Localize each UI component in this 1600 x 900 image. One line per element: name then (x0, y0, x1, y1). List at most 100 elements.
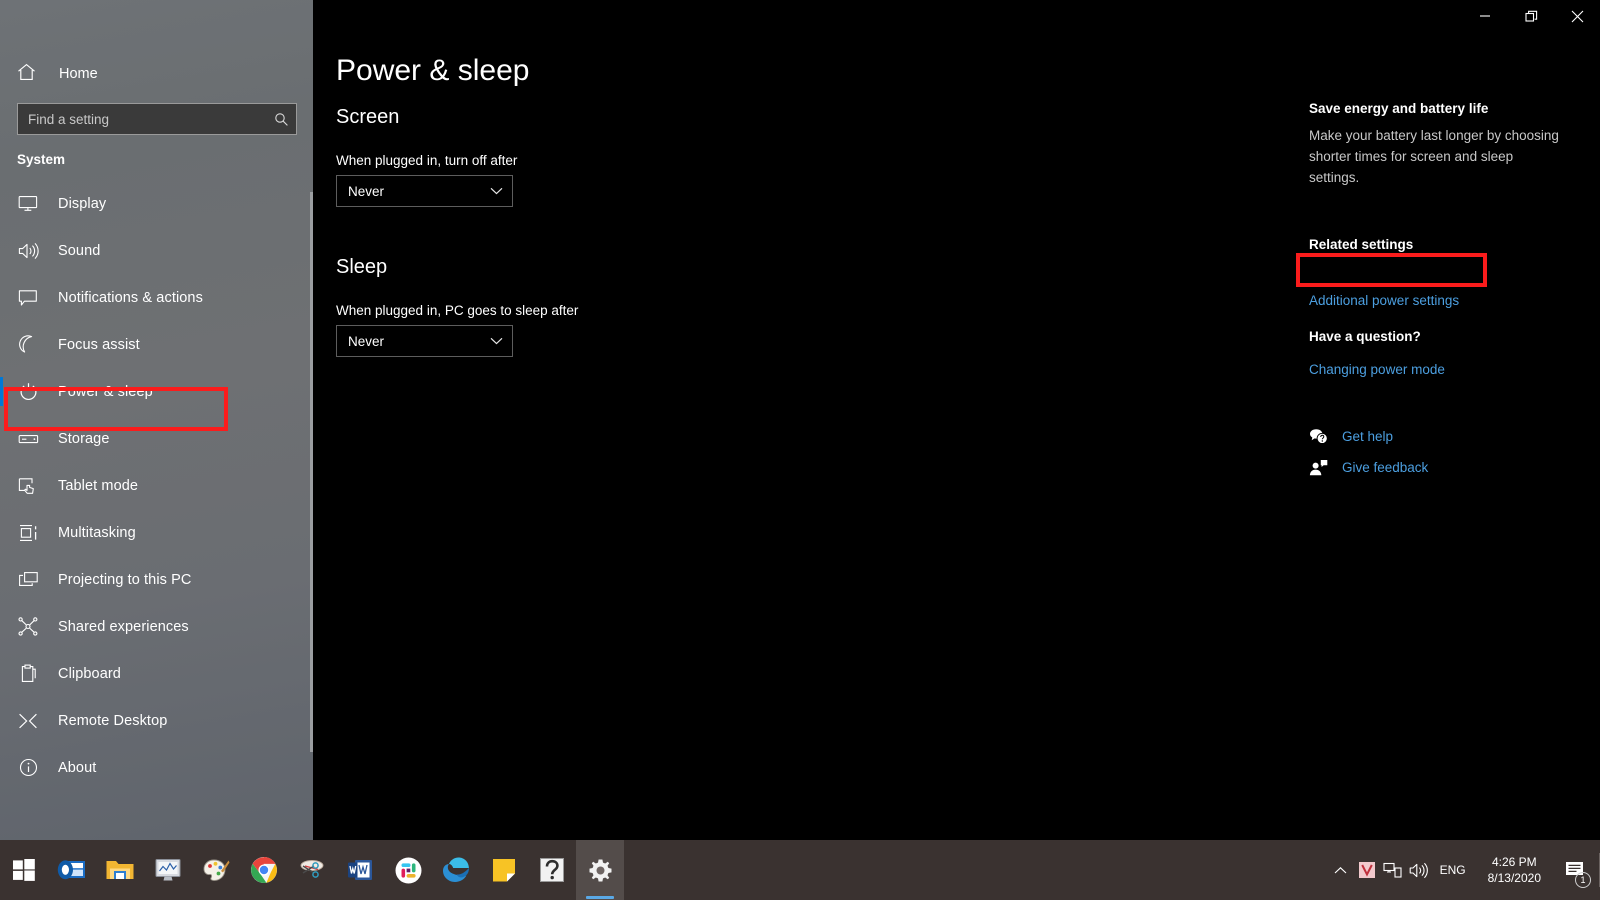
feedback-person-icon (1308, 457, 1328, 477)
share-nodes-icon (14, 615, 42, 639)
taskbar-app-settings[interactable] (576, 840, 624, 900)
taskbar-app-file-explorer[interactable] (96, 840, 144, 900)
network-icon[interactable] (1380, 840, 1406, 900)
clock-time: 4:26 PM (1491, 855, 1537, 869)
sidebar-item-multitasking[interactable]: Multitasking (0, 509, 300, 556)
v-app-icon[interactable] (1354, 840, 1380, 900)
screen-timeout-value: Never (348, 183, 385, 199)
taskbar-app-list (48, 840, 624, 900)
system-tray: ENG 4:26 PM 8/13/2020 1 (1328, 840, 1600, 900)
chevron-up-icon[interactable] (1328, 840, 1354, 900)
screen-timeout-label: When plugged in, turn off after (336, 153, 518, 168)
home-label: Home (59, 66, 98, 82)
settings-window: Settings (0, 0, 1600, 900)
info-circle-icon (14, 756, 42, 780)
get-help-label: Get help (1342, 428, 1394, 444)
taskbar-app-edge[interactable] (432, 840, 480, 900)
monitor-icon (14, 192, 42, 216)
taskbar-app-sticky-notes[interactable] (480, 840, 528, 900)
sidebar-item-label: Shared experiences (58, 618, 189, 635)
sidebar-item-notifications-actions[interactable]: Notifications & actions (0, 274, 300, 321)
help-bubble-icon (1308, 426, 1328, 446)
additional-power-settings-link[interactable]: Additional power settings (1309, 293, 1459, 308)
sleep-section-heading: Sleep (336, 256, 388, 278)
sidebar: Home System (0, 0, 313, 840)
sidebar-item-power-and-sleep[interactable]: Power & sleep (0, 368, 300, 415)
search-input[interactable] (18, 104, 266, 134)
have-a-question-heading: Have a question? (1309, 329, 1421, 344)
sidebar-item-label: Display (58, 195, 107, 212)
home-icon (17, 63, 36, 86)
sidebar-item-projecting-to-this-pc[interactable]: Projecting to this PC (0, 556, 300, 603)
search-icon (266, 112, 296, 127)
search-setting-box[interactable] (17, 103, 297, 135)
moon-icon (14, 333, 42, 357)
clock[interactable]: 4:26 PM 8/13/2020 (1476, 840, 1553, 900)
taskbar: ENG 4:26 PM 8/13/2020 1 (0, 840, 1600, 900)
sidebar-item-label: Clipboard (58, 665, 121, 682)
energy-heading: Save energy and battery life (1309, 101, 1489, 116)
taskbar-app-snipping-tool[interactable] (288, 840, 336, 900)
taskbar-app-help[interactable] (528, 840, 576, 900)
clock-date: 8/13/2020 (1487, 871, 1541, 885)
get-help-link[interactable]: Get help (1308, 426, 1393, 446)
sidebar-item-focus-assist[interactable]: Focus assist (0, 321, 300, 368)
chevron-down-icon (490, 182, 503, 200)
sidebar-item-label: Sound (58, 242, 101, 259)
taskbar-app-outlook[interactable] (48, 840, 96, 900)
sidebar-item-label: Power & sleep (58, 383, 153, 400)
sidebar-item-label: Focus assist (58, 336, 140, 353)
taskbar-app-word[interactable] (336, 840, 384, 900)
sidebar-item-home[interactable]: Home (0, 54, 300, 94)
sidebar-item-label: Storage (58, 430, 110, 447)
sidebar-nav-list: Display Sound Notifications & actions Fo… (0, 180, 300, 791)
notification-icon[interactable]: 1 (1553, 840, 1597, 900)
minimize-button[interactable] (1462, 0, 1508, 32)
sidebar-item-label: Tablet mode (58, 477, 139, 494)
sidebar-item-label: Notifications & actions (58, 289, 203, 306)
give-feedback-link[interactable]: Give feedback (1308, 457, 1428, 477)
page-title: Power & sleep (336, 54, 530, 87)
multitask-icon (14, 521, 42, 545)
active-app-indicator (586, 896, 614, 899)
sidebar-item-sound[interactable]: Sound (0, 227, 300, 274)
sleep-timeout-value: Never (348, 333, 385, 349)
maximize-restore-button[interactable] (1508, 0, 1554, 32)
sidebar-item-clipboard[interactable]: Clipboard (0, 650, 300, 697)
sleep-timeout-label: When plugged in, PC goes to sleep after (336, 303, 579, 318)
language-indicator[interactable]: ENG (1432, 863, 1476, 877)
sidebar-item-label: About (58, 759, 97, 776)
changing-power-mode-link[interactable]: Changing power mode (1309, 362, 1445, 377)
close-button[interactable] (1554, 0, 1600, 32)
sidebar-item-tablet-mode[interactable]: Tablet mode (0, 462, 300, 509)
give-feedback-label: Give feedback (1342, 459, 1429, 475)
screen-timeout-dropdown[interactable]: Never (336, 175, 513, 207)
sidebar-group-label: System (17, 152, 66, 167)
sidebar-item-storage[interactable]: Storage (0, 415, 300, 462)
sidebar-item-label: Multitasking (58, 524, 136, 541)
sidebar-item-display[interactable]: Display (0, 180, 300, 227)
power-icon (14, 380, 42, 404)
settings-screen: Settings (0, 0, 1600, 900)
taskbar-app-slack[interactable] (384, 840, 432, 900)
main-content: Power & sleep Screen When plugged in, tu… (313, 32, 1600, 900)
sidebar-item-about[interactable]: About (0, 744, 300, 791)
window-controls (1462, 0, 1600, 32)
right-panel: Save energy and battery life Make your b… (1293, 32, 1600, 840)
remote-desktop-icon (14, 709, 42, 733)
tablet-touch-icon (14, 474, 42, 498)
taskbar-app-chrome[interactable] (240, 840, 288, 900)
related-settings-heading: Related settings (1309, 237, 1414, 252)
sidebar-item-label: Remote Desktop (58, 712, 168, 729)
sidebar-item-label: Projecting to this PC (58, 571, 192, 588)
project-screen-icon (14, 568, 42, 592)
chevron-down-icon (490, 332, 503, 350)
sidebar-item-remote-desktop[interactable]: Remote Desktop (0, 697, 300, 744)
volume-icon[interactable] (1406, 840, 1432, 900)
windows-start-icon[interactable] (0, 840, 48, 900)
taskbar-app-system-monitor[interactable] (144, 840, 192, 900)
sidebar-item-shared-experiences[interactable]: Shared experiences (0, 603, 300, 650)
chat-bubble-icon (14, 286, 42, 310)
sleep-timeout-dropdown[interactable]: Never (336, 325, 513, 357)
taskbar-app-paint[interactable] (192, 840, 240, 900)
